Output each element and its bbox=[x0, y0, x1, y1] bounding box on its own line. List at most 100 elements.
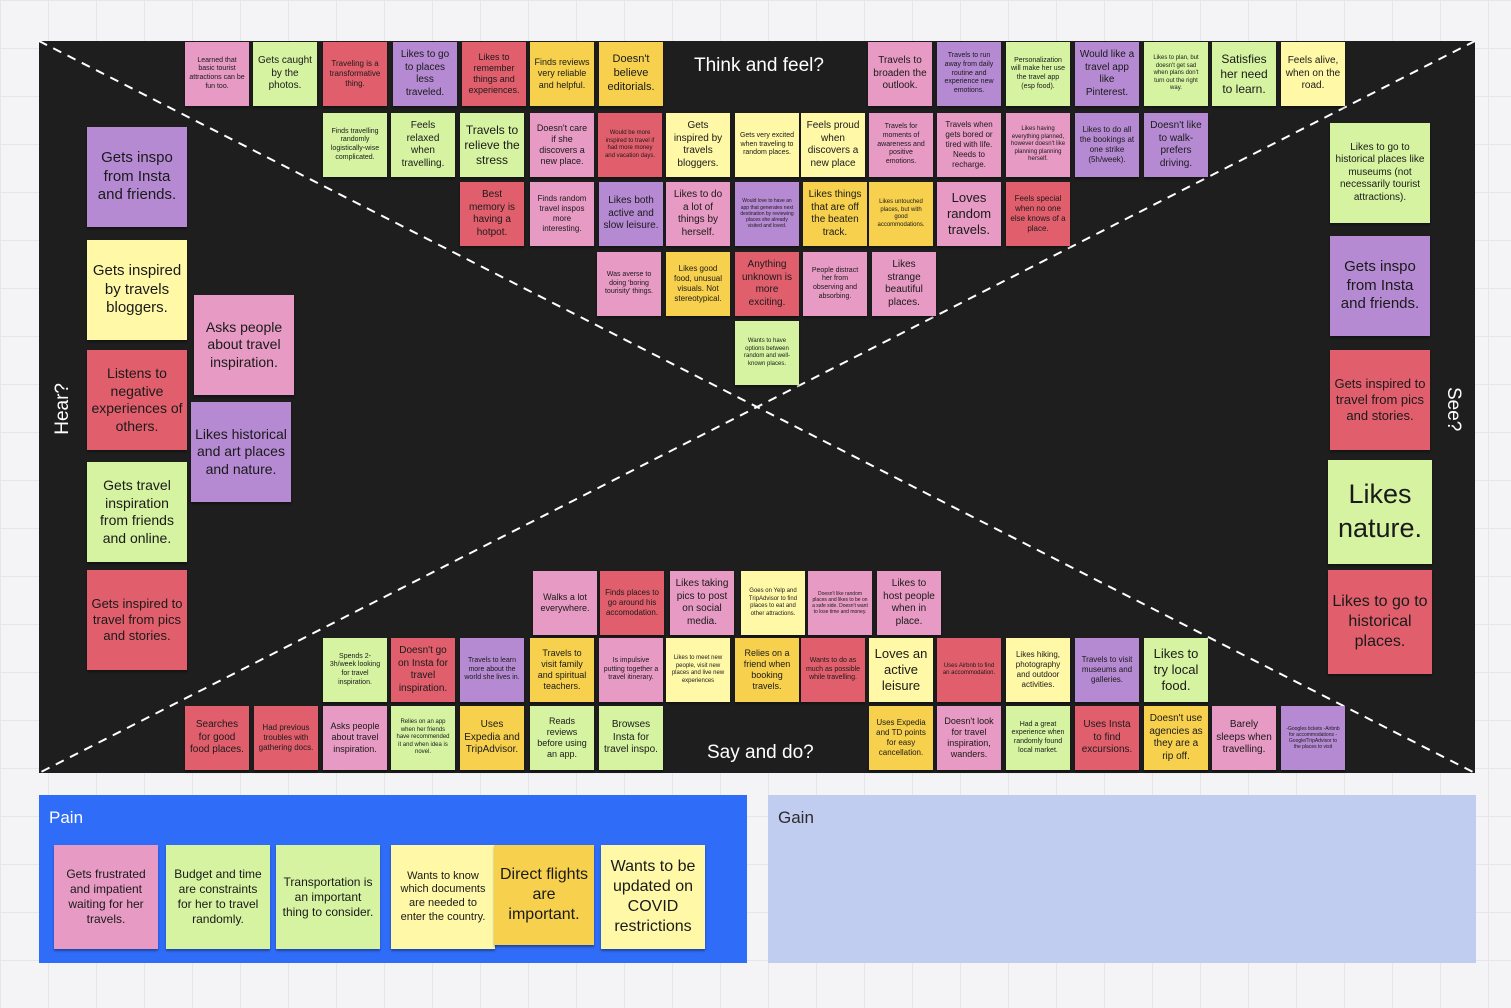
sticky-note-think-learned-that-basic-tourist-attractions-c[interactable]: Learned that basic tourist attractions c… bbox=[185, 42, 249, 106]
sticky-note-do-doesn-t-use-agencies-as-they-are-a-rip-o[interactable]: Doesn't use agencies as they are a rip o… bbox=[1144, 706, 1208, 770]
sticky-note-think-gets-very-excited-when-traveling-to-rand[interactable]: Gets very excited when traveling to rand… bbox=[735, 113, 799, 177]
sticky-note-think-would-be-more-inspired-to-travel-if-had-[interactable]: Would be more inspired to travel if had … bbox=[598, 113, 662, 177]
sticky-note-think-doesn-t-believe-editorials[interactable]: Doesn't believe editorials. bbox=[599, 42, 663, 106]
sticky-note-think-travels-for-moments-of-awareness-and-pos[interactable]: Travels for moments of awareness and pos… bbox=[869, 113, 933, 177]
gain-section: Gain bbox=[768, 795, 1476, 963]
sticky-note-think-satisfies-her-need-to-learn[interactable]: Satisfies her need to learn. bbox=[1212, 42, 1276, 106]
sticky-note-hear-gets-inspired-to-travel-from-pics-and-st[interactable]: Gets inspired to travel from pics and st… bbox=[87, 570, 187, 670]
sticky-note-think-finds-reviews-very-reliable-and-helpful[interactable]: Finds reviews very reliable and helpful. bbox=[530, 42, 594, 106]
sticky-note-think-people-distract-her-from-observing-and-a[interactable]: People distract her from observing and a… bbox=[803, 252, 867, 316]
sticky-note-think-likes-to-remember-things-and-experiences[interactable]: Likes to remember things and experiences… bbox=[462, 42, 526, 106]
sticky-note-pain-wants-to-be-updated-on-covid-restriction[interactable]: Wants to be updated on COVID restriction… bbox=[601, 845, 705, 949]
quadrant-label-see: See? bbox=[1443, 387, 1464, 432]
sticky-note-think-would-like-a-travel-app-like-pinterest[interactable]: Would like a travel app like Pinterest. bbox=[1075, 42, 1139, 106]
sticky-note-do-likes-to-meet-new-people-visit-new-place[interactable]: Likes to meet new people, visit new plac… bbox=[666, 638, 730, 702]
sticky-note-think-best-memory-is-having-a-hotpot[interactable]: Best memory is having a hotpot. bbox=[460, 182, 524, 246]
sticky-note-think-was-averse-to-doing-boring-tourisity-thi[interactable]: Was averse to doing 'boring tourisity' t… bbox=[597, 252, 661, 316]
sticky-note-think-finds-travelling-randomly-logistically-w[interactable]: Finds travelling randomly logistically-w… bbox=[323, 113, 387, 177]
quadrant-label-say-do: Say and do? bbox=[707, 742, 814, 763]
sticky-note-pain-gets-frustrated-and-impatient-waiting-fo[interactable]: Gets frustrated and impatient waiting fo… bbox=[54, 845, 158, 949]
sticky-note-do-had-a-great-experience-when-randomly-fou[interactable]: Had a great experience when randomly fou… bbox=[1006, 706, 1070, 770]
sticky-note-do-likes-hiking-photography-and-outdoor-act[interactable]: Likes hiking, photography and outdoor ac… bbox=[1006, 638, 1070, 702]
sticky-note-see-likes-to-go-to-historical-places-like-mu[interactable]: Likes to go to historical places like mu… bbox=[1330, 123, 1430, 223]
sticky-note-hear-gets-travel-inspiration-from-friends-and[interactable]: Gets travel inspiration from friends and… bbox=[87, 462, 187, 562]
sticky-note-think-travels-when-gets-bored-or-tired-with-li[interactable]: Travels when gets bored or tired with li… bbox=[937, 113, 1001, 177]
sticky-note-do-doesn-t-go-on-insta-for-travel-inspirati[interactable]: Doesn't go on Insta for travel inspirati… bbox=[391, 638, 455, 702]
sticky-note-do-is-impulsive-putting-together-a-travel-i[interactable]: Is impulsive putting together a travel i… bbox=[599, 638, 663, 702]
sticky-note-do-uses-airbnb-to-find-an-accommodation[interactable]: Uses Airbnb to find an accommodation. bbox=[937, 638, 1001, 702]
sticky-note-think-likes-untouched-places-but-with-good-acc[interactable]: Likes untouched places, but with good ac… bbox=[869, 182, 933, 246]
sticky-note-do-likes-taking-pics-to-post-on-social-medi[interactable]: Likes taking pics to post on social medi… bbox=[670, 571, 734, 635]
sticky-note-do-barely-sleeps-when-travelling[interactable]: Barely sleeps when travelling. bbox=[1212, 706, 1276, 770]
sticky-note-think-feels-relaxed-when-travelling[interactable]: Feels relaxed when travelling. bbox=[391, 113, 455, 177]
sticky-note-think-personalization-will-make-her-use-the-tr[interactable]: Personalization will make her use the tr… bbox=[1006, 42, 1070, 106]
sticky-note-do-uses-expedia-and-tripadvisor[interactable]: Uses Expedia and TripAdvisor. bbox=[460, 706, 524, 770]
sticky-note-think-feels-proud-when-discovers-a-new-place[interactable]: Feels proud when discovers a new place bbox=[801, 113, 865, 177]
sticky-note-do-googles-tickets-airbnb-for-accommodation[interactable]: -Googles tickets -Airbnb for accommodati… bbox=[1281, 706, 1345, 770]
sticky-note-think-likes-things-that-are-off-the-beaten-tra[interactable]: Likes things that are off the beaten tra… bbox=[803, 182, 867, 246]
sticky-note-think-would-love-to-have-an-app-that-generates[interactable]: Would love to have an app that generates… bbox=[735, 182, 799, 246]
sticky-note-do-uses-insta-to-find-excursions[interactable]: Uses Insta to find excursions. bbox=[1075, 706, 1139, 770]
sticky-note-think-feels-special-when-no-one-else-knows-of-[interactable]: Feels special when no one else knows of … bbox=[1006, 182, 1070, 246]
sticky-note-pain-transportation-is-an-important-thing-to-[interactable]: Transportation is an important thing to … bbox=[276, 845, 380, 949]
sticky-note-think-gets-inspired-by-travels-bloggers[interactable]: Gets inspired by travels bloggers. bbox=[666, 113, 730, 177]
sticky-note-think-likes-good-food-unusual-visuals-not-ster[interactable]: Likes good food, unusual visuals. Not st… bbox=[666, 252, 730, 316]
sticky-note-think-travels-to-broaden-the-outlook[interactable]: Travels to broaden the outlook. bbox=[868, 42, 932, 106]
sticky-note-do-travels-to-visit-family-and-spiritual-te[interactable]: Travels to visit family and spiritual te… bbox=[530, 638, 594, 702]
sticky-note-think-loves-random-travels[interactable]: Loves random travels. bbox=[937, 182, 1001, 246]
sticky-note-do-likes-to-host-people-when-in-place[interactable]: Likes to host people when in place. bbox=[877, 571, 941, 635]
sticky-note-think-likes-both-active-and-slow-leisure[interactable]: Likes both active and slow leisure. bbox=[599, 182, 663, 246]
sticky-note-see-likes-to-go-to-historical-places[interactable]: Likes to go to historical places. bbox=[1328, 570, 1432, 674]
sticky-note-pain-direct-flights-are-important[interactable]: Direct flights are important. bbox=[494, 845, 594, 945]
sticky-note-do-searches-for-good-food-places[interactable]: Searches for good food places. bbox=[185, 706, 249, 770]
gain-section-title: Gain bbox=[778, 808, 814, 827]
sticky-note-do-spends-2-3h-week-looking-for-travel-insp[interactable]: Spends 2-3h/week looking for travel insp… bbox=[323, 638, 387, 702]
pain-section-title: Pain bbox=[49, 808, 84, 827]
sticky-note-do-loves-an-active-leisure[interactable]: Loves an active leisure bbox=[869, 638, 933, 702]
sticky-note-think-likes-to-do-a-lot-of-things-by-herself[interactable]: Likes to do a lot of things by herself. bbox=[666, 182, 730, 246]
sticky-note-do-walks-a-lot-everywhere[interactable]: Walks a lot everywhere. bbox=[533, 571, 597, 635]
sticky-note-do-browses-insta-for-travel-inspo[interactable]: Browses Insta for travel inspo. bbox=[599, 706, 663, 770]
sticky-note-hear-listens-to-negative-experiences-of-other[interactable]: Listens to negative experiences of other… bbox=[87, 350, 187, 450]
sticky-note-think-travels-to-run-away-from-daily-routine-a[interactable]: Travels to run away from daily routine a… bbox=[937, 42, 1001, 106]
sticky-note-think-likes-to-go-to-places-less-traveled[interactable]: Likes to go to places less traveled. bbox=[393, 42, 457, 106]
sticky-note-do-relies-on-an-app-when-her-friends-have-r[interactable]: Relies on an app when her friends have r… bbox=[391, 706, 455, 770]
sticky-note-do-travels-to-learn-more-about-the-world-sh[interactable]: Travels to learn more about the world sh… bbox=[460, 638, 524, 702]
sticky-note-do-relies-on-a-friend-when-booking-travels[interactable]: Relies on a friend when booking travels. bbox=[735, 638, 799, 702]
sticky-note-think-likes-to-do-all-the-bookings-at-one-stri[interactable]: Likes to do all the bookings at one stri… bbox=[1075, 113, 1139, 177]
sticky-note-think-travels-to-relieve-the-stress[interactable]: Travels to relieve the stress bbox=[460, 113, 524, 177]
sticky-note-pain-wants-to-know-which-documents-are-needed[interactable]: Wants to know which documents are needed… bbox=[391, 845, 495, 949]
sticky-note-think-finds-random-travel-inspos-more-interest[interactable]: Finds random travel inspos more interest… bbox=[530, 182, 594, 246]
sticky-note-see-gets-inspired-to-travel-from-pics-and-st[interactable]: Gets inspired to travel from pics and st… bbox=[1330, 350, 1430, 450]
quadrant-label-think-feel: Think and feel? bbox=[694, 55, 824, 76]
sticky-note-think-feels-alive-when-on-the-road[interactable]: Feels alive, when on the road. bbox=[1281, 42, 1345, 106]
sticky-note-do-wants-to-do-as-much-as-possible-while-tr[interactable]: Wants to do as much as possible while tr… bbox=[801, 638, 865, 702]
sticky-note-think-anything-unknown-is-more-exciting[interactable]: Anything unknown is more exciting. bbox=[735, 252, 799, 316]
sticky-note-do-reads-reviews-before-using-an-app[interactable]: Reads reviews before using an app. bbox=[530, 706, 594, 770]
sticky-note-hear-gets-inspo-from-insta-and-friends[interactable]: Gets inspo from Insta and friends. bbox=[87, 127, 187, 227]
sticky-note-think-likes-to-plan-but-doesn-t-get-sad-when-p[interactable]: Likes to plan, but doesn't get sad when … bbox=[1144, 42, 1208, 106]
sticky-note-do-travels-to-visit-museums-and-galleries[interactable]: Travels to visit museums and galleries. bbox=[1075, 638, 1139, 702]
sticky-note-think-doesn-t-like-to-walk-prefers-driving[interactable]: Doesn't like to walk-prefers driving. bbox=[1144, 113, 1208, 177]
sticky-note-see-likes-nature[interactable]: Likes nature. bbox=[1328, 460, 1432, 564]
sticky-note-pain-budget-and-time-are-constraints-for-her-[interactable]: Budget and time are constraints for her … bbox=[166, 845, 270, 949]
quadrant-label-hear: Hear? bbox=[52, 383, 73, 435]
sticky-note-hear-gets-inspired-by-travels-bloggers[interactable]: Gets inspired by travels bloggers. bbox=[87, 240, 187, 340]
sticky-note-see-gets-inspo-from-insta-and-friends[interactable]: Gets inspo from Insta and friends. bbox=[1330, 236, 1430, 336]
sticky-note-think-likes-strange-beautiful-places[interactable]: Likes strange beautiful places. bbox=[872, 252, 936, 316]
sticky-note-do-goes-on-yelp-and-tripadvisor-to-find-pla[interactable]: Goes on Yelp and TripAdvisor to find pla… bbox=[741, 571, 805, 635]
sticky-note-do-uses-expedia-and-td-points-for-easy-canc[interactable]: Uses Expedia and TD points for easy canc… bbox=[869, 706, 933, 770]
sticky-note-hear-likes-historical-and-art-places-and-natu[interactable]: Likes historical and art places and natu… bbox=[191, 402, 291, 502]
sticky-note-think-traveling-is-a-transformative-thing[interactable]: Traveling is a transformative thing. bbox=[323, 42, 387, 106]
sticky-note-do-likes-to-try-local-food[interactable]: Likes to try local food. bbox=[1144, 638, 1208, 702]
sticky-note-do-doesn-t-like-random-places-and-likes-to-[interactable]: Doesn't like random places and likes to … bbox=[808, 571, 872, 635]
sticky-note-do-finds-places-to-go-around-his-accomodati[interactable]: Finds places to go around his accomodati… bbox=[600, 571, 664, 635]
sticky-note-do-doesn-t-look-for-travel-inspiration-wand[interactable]: Doesn't look for travel inspiration, wan… bbox=[937, 706, 1001, 770]
sticky-note-do-asks-people-about-travel-inspiration[interactable]: Asks people about travel inspiration. bbox=[323, 706, 387, 770]
sticky-note-think-doesn-t-care-if-she-discovers-a-new-plac[interactable]: Doesn't care if she discovers a new plac… bbox=[530, 113, 594, 177]
sticky-note-think-gets-caught-by-the-photos[interactable]: Gets caught by the photos. bbox=[253, 42, 317, 106]
sticky-note-do-had-previous-troubles-with-gathering-doc[interactable]: Had previous troubles with gathering doc… bbox=[254, 706, 318, 770]
sticky-note-think-likes-having-everything-planned-however-[interactable]: Likes having everything planned, however… bbox=[1006, 113, 1070, 177]
sticky-note-think-wants-to-have-options-between-random-and[interactable]: Wants to have options between random and… bbox=[735, 321, 799, 385]
sticky-note-hear-asks-people-about-travel-inspiration[interactable]: Asks people about travel inspiration. bbox=[194, 295, 294, 395]
